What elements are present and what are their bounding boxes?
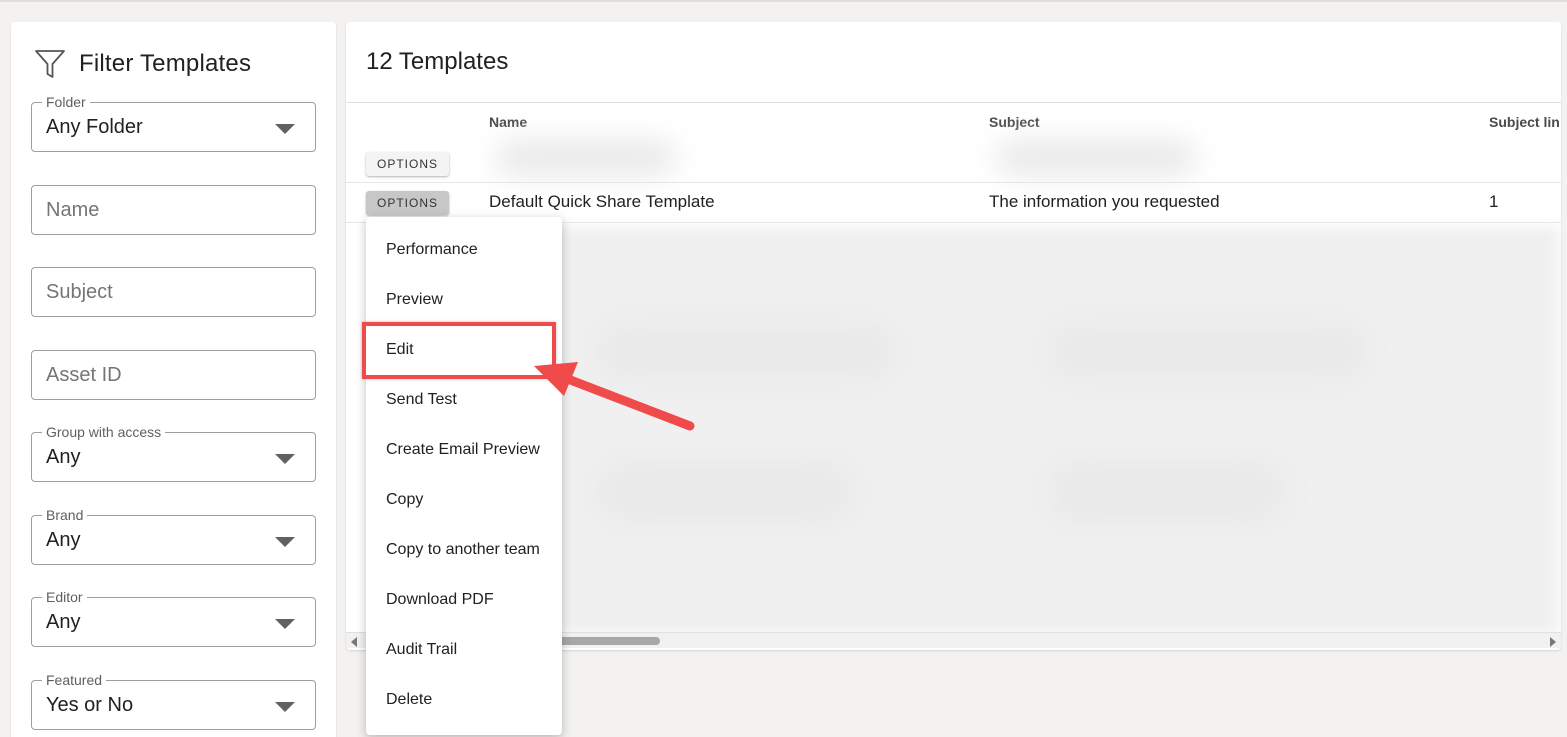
column-header-subject[interactable]: Subject [989, 114, 1040, 130]
menu-item-copy[interactable]: Copy [386, 491, 423, 509]
menu-item-performance[interactable]: Performance [386, 241, 478, 259]
menu-item-create-email-preview[interactable]: Create Email Preview [386, 441, 540, 459]
filter-header: Filter Templates [33, 44, 251, 84]
chevron-down-icon [275, 537, 295, 547]
options-menu: Performance Preview Edit Send Test Creat… [366, 217, 562, 735]
row-name-cell[interactable]: Default Quick Share Template [489, 192, 715, 212]
column-header-name[interactable]: Name [489, 114, 527, 130]
menu-item-download-pdf[interactable]: Download PDF [386, 591, 494, 609]
subject-input[interactable]: Subject [31, 267, 316, 317]
row-subject-cell: The information you requested [989, 192, 1220, 211]
menu-item-copy-to-another-team[interactable]: Copy to another team [386, 541, 540, 559]
options-button[interactable]: OPTIONS [366, 152, 449, 176]
editor-select[interactable]: Editor Any [31, 589, 316, 647]
table-top-divider [346, 102, 1561, 103]
menu-item-audit-trail[interactable]: Audit Trail [386, 641, 457, 659]
name-input[interactable]: Name [31, 185, 316, 235]
blurred-cell [496, 140, 676, 176]
chevron-down-icon [275, 454, 295, 464]
chevron-down-icon [275, 619, 295, 629]
featured-value: Yes or No [46, 694, 134, 716]
editor-label: Editor [42, 589, 87, 605]
scroll-thumb[interactable] [556, 637, 660, 645]
scroll-left-icon[interactable] [351, 637, 357, 647]
menu-item-preview[interactable]: Preview [386, 291, 443, 309]
top-divider [0, 0, 1567, 2]
brand-label: Brand [42, 507, 88, 523]
featured-label: Featured [42, 672, 107, 688]
editor-value: Any [46, 611, 81, 633]
filter-title: Filter Templates [79, 50, 252, 77]
filter-icon [35, 50, 65, 78]
blurred-rows [556, 226, 1559, 634]
menu-item-delete[interactable]: Delete [386, 691, 432, 709]
filter-sidebar: Filter Templates Folder Any Folder Name … [11, 22, 336, 737]
annotation-arrow-icon [534, 362, 695, 431]
brand-select[interactable]: Brand Any [31, 507, 316, 565]
blurred-cell [996, 140, 1196, 176]
folder-value: Any Folder [46, 116, 143, 138]
folder-label: Folder [42, 94, 90, 110]
menu-item-send-test[interactable]: Send Test [386, 391, 457, 409]
options-button-active[interactable]: OPTIONS [366, 191, 449, 215]
brand-value: Any [46, 529, 81, 551]
templates-count-title: 12 Templates [366, 48, 509, 75]
subject-placeholder: Subject [46, 281, 113, 303]
group-access-value: Any [46, 446, 81, 468]
chevron-down-icon [275, 702, 295, 712]
group-access-select[interactable]: Group with access Any [31, 424, 316, 482]
group-access-label: Group with access [42, 424, 166, 440]
scroll-right-icon[interactable] [1550, 637, 1556, 647]
chevron-down-icon [275, 124, 295, 134]
asset-id-placeholder: Asset ID [46, 364, 122, 386]
asset-id-input[interactable]: Asset ID [31, 350, 316, 400]
featured-select[interactable]: Featured Yes or No [31, 672, 316, 730]
name-placeholder: Name [46, 199, 100, 221]
column-header-subject-lines[interactable]: Subject lin [1489, 114, 1560, 130]
folder-select[interactable]: Folder Any Folder [31, 94, 316, 152]
row-subject-lines-cell: 1 [1489, 192, 1499, 211]
blurred-cell [1046, 322, 1366, 382]
blurred-cell [596, 462, 856, 522]
row-divider [346, 182, 1561, 183]
blurred-cell [1046, 462, 1286, 522]
